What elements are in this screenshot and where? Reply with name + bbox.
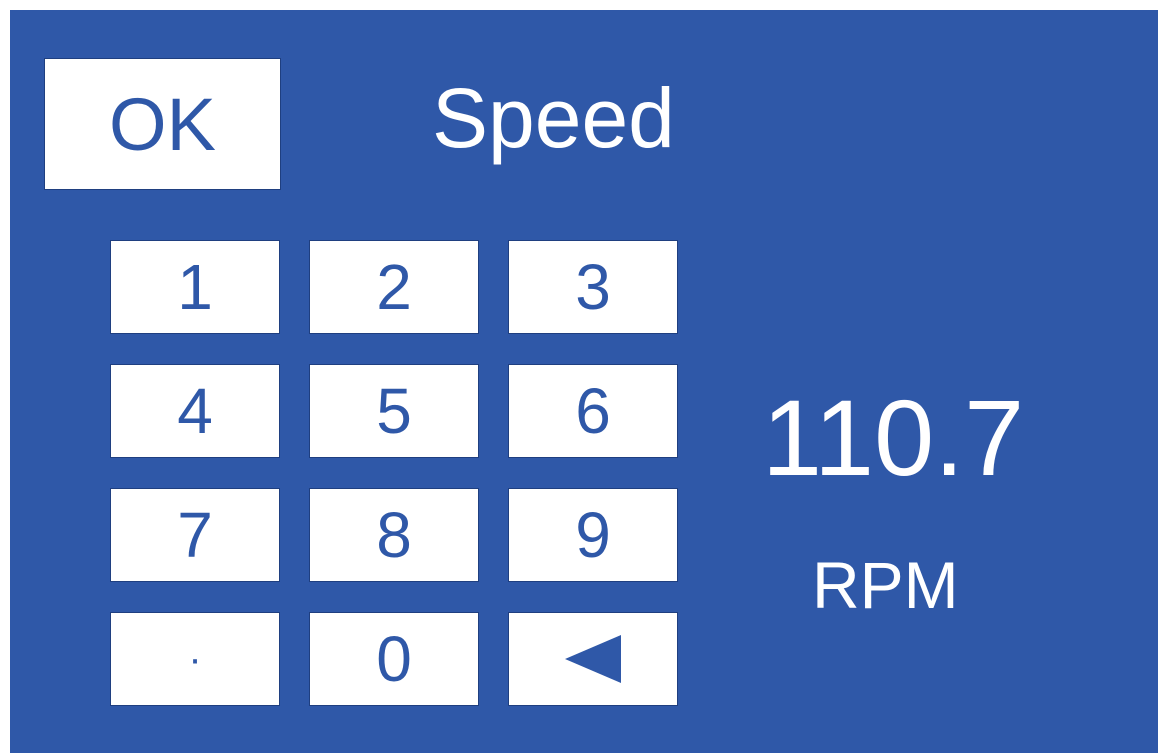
key-9[interactable]: 9 (508, 488, 678, 582)
speed-entry-panel: OK Speed 1 2 3 4 5 6 7 8 9 · 0 110.7 RPM (10, 10, 1158, 753)
key-2[interactable]: 2 (309, 240, 479, 334)
ok-button[interactable]: OK (44, 58, 281, 190)
key-5[interactable]: 5 (309, 364, 479, 458)
backspace-button[interactable] (508, 612, 678, 706)
key-8[interactable]: 8 (309, 488, 479, 582)
key-4[interactable]: 4 (110, 364, 280, 458)
key-1[interactable]: 1 (110, 240, 280, 334)
backspace-triangle-icon (565, 635, 621, 683)
speed-value-display: 110.7 (762, 377, 1025, 498)
key-decimal-point[interactable]: · (110, 612, 280, 706)
key-0[interactable]: 0 (309, 612, 479, 706)
key-3[interactable]: 3 (508, 240, 678, 334)
speed-unit-label: RPM (812, 548, 959, 622)
page-title: Speed (432, 71, 675, 165)
key-6[interactable]: 6 (508, 364, 678, 458)
key-7[interactable]: 7 (110, 488, 280, 582)
